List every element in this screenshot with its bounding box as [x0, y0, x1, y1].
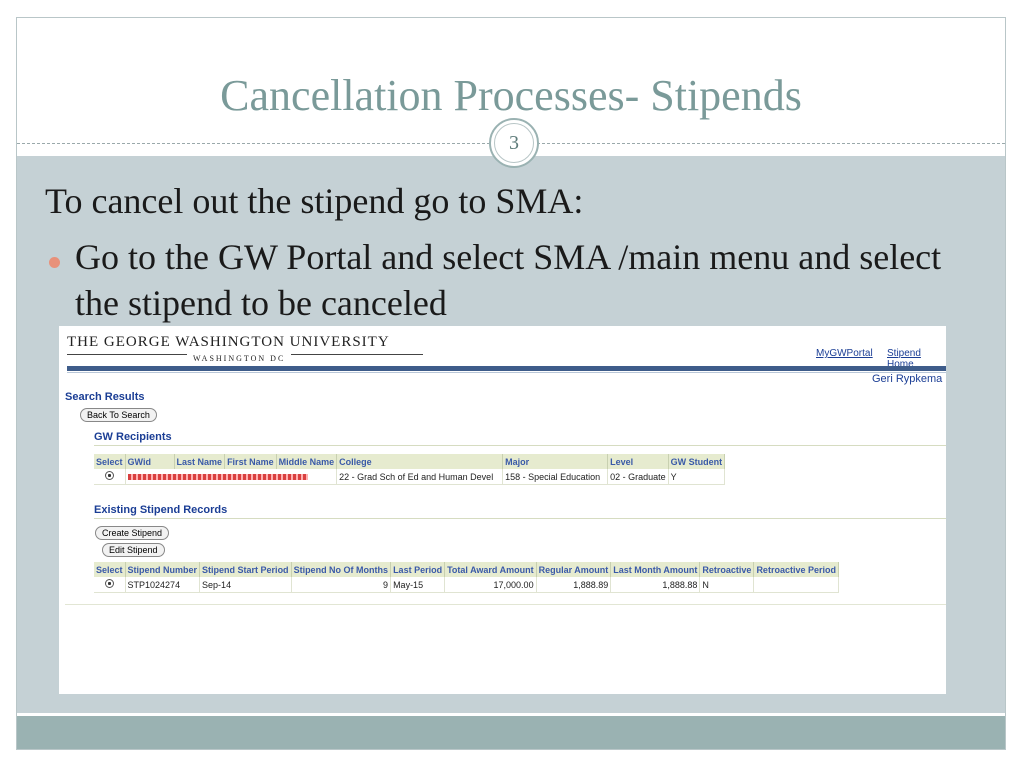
stipends-header-row: Select Stipend Number Stipend Start Peri… [94, 562, 839, 577]
col-gw-student: GW Student [668, 454, 726, 469]
embedded-screenshot: THE GEORGE WASHINGTON UNIVERSITY WASHING… [59, 326, 946, 694]
recipient-level: 02 - Graduate [607, 469, 669, 485]
stipend-start-period: Sep-14 [199, 577, 292, 593]
col-select: Select [94, 562, 126, 577]
stipend-total: 17,000.00 [444, 577, 537, 593]
stipend-last-month: 1,888.88 [610, 577, 701, 593]
search-results-heading: Search Results [65, 391, 145, 403]
recipients-header-row: Select GWid Last Name First Name Middle … [94, 454, 726, 469]
col-level: Level [607, 454, 669, 469]
col-total-award: Total Award Amount [444, 562, 537, 577]
col-major: Major [502, 454, 609, 469]
recipients-divider [94, 445, 946, 446]
radio-selected-icon[interactable] [104, 471, 114, 480]
recipient-radio[interactable] [94, 469, 126, 485]
col-stipend-number: Stipend Number [125, 562, 201, 577]
stipend-months: 9 [291, 577, 392, 593]
user-name: Geri Rypkema [872, 373, 943, 385]
page-number-badge: 3 [489, 118, 539, 168]
stipend-number: STP1024274 [125, 577, 201, 593]
university-logo: THE GEORGE WASHINGTON UNIVERSITY [67, 334, 390, 350]
stipends-divider [94, 518, 946, 519]
edit-stipend-button[interactable]: Edit Stipend [102, 543, 165, 557]
existing-stipends-heading: Existing Stipend Records [94, 504, 228, 516]
col-middle-name: Middle Name [276, 454, 338, 469]
col-retro-period: Retroactive Period [753, 562, 839, 577]
footer-band [17, 716, 1005, 749]
slide-title: Cancellation Processes- Stipends [220, 71, 802, 120]
intro-text: To cancel out the stipend go to SMA: [45, 181, 584, 221]
col-months: Stipend No Of Months [291, 562, 392, 577]
col-last-name: Last Name [174, 454, 226, 469]
gw-recipients-heading: GW Recipients [94, 431, 172, 443]
bullet-icon [49, 257, 60, 268]
recipients-table: Select GWid Last Name First Name Middle … [94, 454, 726, 485]
header-bar [67, 366, 946, 371]
col-regular-amount: Regular Amount [536, 562, 612, 577]
redacted-name-cell [125, 469, 338, 485]
stipend-radio[interactable] [94, 577, 126, 593]
bullet-text: Go to the GW Portal and select SMA /main… [75, 237, 942, 323]
col-start-period: Stipend Start Period [199, 562, 292, 577]
stipend-regular: 1,888.89 [536, 577, 612, 593]
stipends-table: Select Stipend Number Stipend Start Peri… [94, 562, 839, 593]
mygwportal-link[interactable]: MyGWPortal [816, 348, 873, 359]
header-bar-shadow [67, 372, 946, 373]
recipient-gw-student: Y [668, 469, 726, 485]
slide-frame: Cancellation Processes- Stipends 3 To ca… [16, 17, 1006, 750]
university-logo-sub: WASHINGTON DC [187, 354, 292, 363]
col-college: College [336, 454, 504, 469]
stipend-last-period: May-15 [390, 577, 446, 593]
page-number: 3 [494, 123, 534, 163]
back-to-search-button[interactable]: Back To Search [80, 408, 157, 422]
col-last-month-amount: Last Month Amount [610, 562, 701, 577]
col-select: Select [94, 454, 126, 469]
table-row[interactable]: STP1024274 Sep-14 9 May-15 17,000.00 1,8… [94, 577, 839, 593]
redaction-mark [127, 474, 308, 481]
col-last-period: Last Period [390, 562, 446, 577]
create-stipend-button[interactable]: Create Stipend [95, 526, 170, 540]
stipend-retroactive: N [699, 577, 755, 593]
col-first-name: First Name [224, 454, 277, 469]
stipend-retro-period [753, 577, 839, 593]
recipient-college: 22 - Grad Sch of Ed and Human Devel [336, 469, 504, 485]
table-row[interactable]: 22 - Grad Sch of Ed and Human Devel 158 … [94, 469, 726, 485]
recipient-major: 158 - Special Education [502, 469, 609, 485]
col-gwid: GWid [125, 454, 175, 469]
radio-selected-icon[interactable] [104, 579, 114, 588]
bottom-divider [65, 604, 946, 605]
col-retroactive: Retroactive [699, 562, 755, 577]
